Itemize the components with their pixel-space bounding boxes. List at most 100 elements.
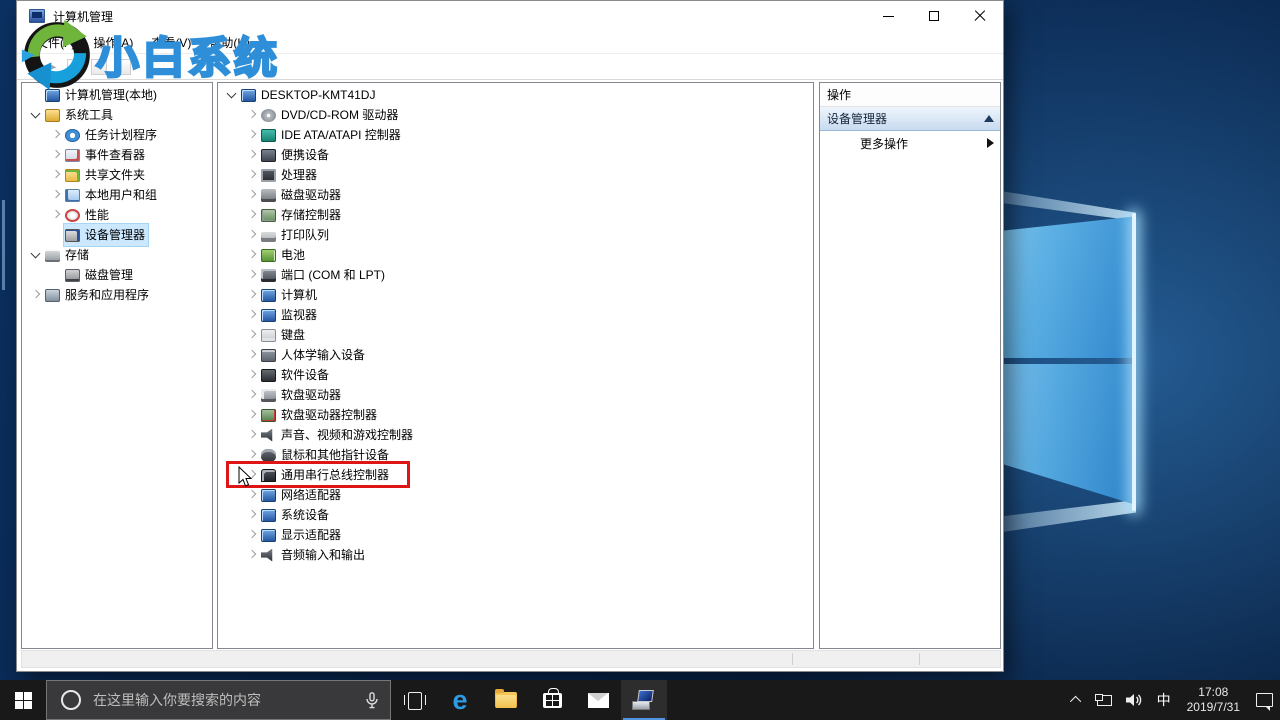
- taskbar-computer-management-button[interactable]: [621, 680, 667, 720]
- tree-item-disk-management[interactable]: 磁盘管理: [22, 265, 212, 285]
- chevron-expanded-icon[interactable]: [226, 89, 238, 101]
- chevron-collapsed-icon[interactable]: [246, 109, 258, 121]
- tree-item-mice-pointing-devices[interactable]: 鼠标和其他指针设备: [218, 445, 813, 465]
- actions-section-header[interactable]: 设备管理器: [820, 107, 1000, 131]
- toolbar-console-icon[interactable]: [66, 58, 83, 75]
- more-actions-item[interactable]: 更多操作: [820, 131, 1000, 155]
- tree-item-dvd-cdrom-drives[interactable]: DVD/CD-ROM 驱动器: [218, 105, 813, 125]
- tree-item-floppy-drive-controllers[interactable]: 软盘驱动器控制器: [218, 405, 813, 425]
- menu-file[interactable]: 文件(F): [27, 32, 84, 53]
- chevron-collapsed-icon[interactable]: [246, 389, 258, 401]
- chevron-collapsed-icon[interactable]: [246, 449, 258, 461]
- back-arrow-icon[interactable]: ◄: [25, 59, 38, 74]
- tree-item-batteries[interactable]: 电池: [218, 245, 813, 265]
- chevron-collapsed-icon[interactable]: [50, 129, 62, 141]
- tree-item-services-applications[interactable]: 服务和应用程序: [22, 285, 212, 305]
- chevron-collapsed-icon[interactable]: [246, 329, 258, 341]
- chevron-collapsed-icon[interactable]: [246, 129, 258, 141]
- tree-item-task-scheduler[interactable]: 任务计划程序: [22, 125, 212, 145]
- start-button[interactable]: [0, 680, 46, 720]
- device-list-pane[interactable]: DESKTOP-KMT41DJ DVD/CD-ROM 驱动器 IDE ATA/ATA…: [217, 82, 814, 649]
- tree-item-print-queues[interactable]: 打印队列: [218, 225, 813, 245]
- tree-item-shared-folders[interactable]: 共享文件夹: [22, 165, 212, 185]
- chevron-collapsed-icon[interactable]: [246, 149, 258, 161]
- tree-item-network-adapters[interactable]: 网络适配器: [218, 485, 813, 505]
- chevron-expanded-icon[interactable]: [30, 249, 42, 261]
- chevron-collapsed-icon[interactable]: [246, 429, 258, 441]
- chevron-expanded-icon[interactable]: [30, 109, 42, 121]
- taskbar-edge-button[interactable]: e: [437, 680, 483, 720]
- forward-arrow-icon[interactable]: ►: [46, 59, 59, 74]
- tree-item-usb-controllers[interactable]: 通用串行总线控制器: [218, 461, 813, 488]
- volume-button[interactable]: [1119, 680, 1150, 720]
- taskbar-file-explorer-button[interactable]: [483, 680, 529, 720]
- chevron-collapsed-icon[interactable]: [246, 169, 258, 181]
- tree-item-computer-management-local[interactable]: 计算机管理(本地): [22, 85, 212, 105]
- chevron-collapsed-icon[interactable]: [246, 189, 258, 201]
- chevron-collapsed-icon[interactable]: [50, 169, 62, 181]
- chevron-collapsed-icon[interactable]: [246, 469, 258, 481]
- chevron-collapsed-icon[interactable]: [246, 269, 258, 281]
- tree-item-floppy-drives[interactable]: 软盘驱动器: [218, 385, 813, 405]
- tree-item-ports-com-lpt[interactable]: 端口 (COM 和 LPT): [218, 265, 813, 285]
- tree-item-disk-drives[interactable]: 磁盘驱动器: [218, 185, 813, 205]
- chevron-collapsed-icon[interactable]: [246, 229, 258, 241]
- tree-item-software-devices[interactable]: 软件设备: [218, 365, 813, 385]
- microphone-icon[interactable]: [366, 691, 378, 709]
- chevron-collapsed-icon[interactable]: [246, 349, 258, 361]
- menu-action[interactable]: 操作(A): [84, 32, 142, 53]
- task-view-button[interactable]: [391, 680, 437, 720]
- close-button[interactable]: [957, 1, 1003, 31]
- menu-help[interactable]: 帮助(H): [200, 32, 259, 53]
- chevron-collapsed-icon[interactable]: [246, 289, 258, 301]
- chevron-collapsed-icon[interactable]: [50, 189, 62, 201]
- tree-item-processors[interactable]: 处理器: [218, 165, 813, 185]
- taskbar-clock[interactable]: 17:08 2019/7/31: [1178, 680, 1249, 720]
- toolbar-properties-icon[interactable]: [90, 58, 107, 75]
- console-tree-pane[interactable]: 计算机管理(本地) 系统工具 任务计划程序 事件查看器 共享文件夹 本地用户和组 性能 设备管…: [21, 82, 213, 649]
- tree-item-storage[interactable]: 存储: [22, 245, 212, 265]
- tree-item-portable-devices[interactable]: 便携设备: [218, 145, 813, 165]
- action-center-button[interactable]: [1249, 680, 1280, 720]
- tree-item-performance[interactable]: 性能: [22, 205, 212, 225]
- chevron-collapsed-icon[interactable]: [246, 509, 258, 521]
- chevron-collapsed-icon[interactable]: [246, 489, 258, 501]
- tree-item-system-tools[interactable]: 系统工具: [22, 105, 212, 125]
- tree-item-keyboards[interactable]: 键盘: [218, 325, 813, 345]
- chevron-collapsed-icon[interactable]: [246, 529, 258, 541]
- chevron-collapsed-icon[interactable]: [246, 249, 258, 261]
- taskbar-mail-button[interactable]: [575, 680, 621, 720]
- tree-item-computer[interactable]: 计算机: [218, 285, 813, 305]
- collapse-arrow-icon[interactable]: [984, 115, 994, 122]
- tree-item-storage-controllers[interactable]: 存储控制器: [218, 205, 813, 225]
- taskbar-store-button[interactable]: [529, 680, 575, 720]
- tree-item-human-interface-devices[interactable]: 人体学输入设备: [218, 345, 813, 365]
- chevron-collapsed-icon[interactable]: [50, 209, 62, 221]
- tree-item-monitors[interactable]: 监视器: [218, 305, 813, 325]
- tree-item-sound-video-game-controllers[interactable]: 声音、视频和游戏控制器: [218, 425, 813, 445]
- chevron-collapsed-icon[interactable]: [246, 309, 258, 321]
- minimize-button[interactable]: [865, 1, 911, 31]
- tree-item-ide-ata-atapi-controllers[interactable]: IDE ATA/ATAPI 控制器: [218, 125, 813, 145]
- chevron-collapsed-icon[interactable]: [30, 289, 42, 301]
- tree-item-event-viewer[interactable]: 事件查看器: [22, 145, 212, 165]
- toolbar-help-icon[interactable]: [114, 58, 131, 75]
- chevron-collapsed-icon[interactable]: [246, 549, 258, 561]
- tree-item-device-manager[interactable]: 设备管理器: [22, 223, 212, 247]
- chevron-collapsed-icon[interactable]: [50, 149, 62, 161]
- tree-item-audio-inputs-outputs[interactable]: 音频输入和输出: [218, 545, 813, 565]
- tree-item-display-adapters[interactable]: 显示适配器: [218, 525, 813, 545]
- chevron-collapsed-icon[interactable]: [246, 409, 258, 421]
- tree-item-desktop-root[interactable]: DESKTOP-KMT41DJ: [218, 85, 813, 105]
- chevron-collapsed-icon[interactable]: [246, 369, 258, 381]
- maximize-button[interactable]: [911, 1, 957, 31]
- tree-item-local-users-groups[interactable]: 本地用户和组: [22, 185, 212, 205]
- title-bar[interactable]: 计算机管理: [17, 1, 1003, 31]
- taskbar-search-box[interactable]: 在这里输入你要搜索的内容: [46, 680, 391, 720]
- tray-overflow-button[interactable]: [1066, 680, 1088, 720]
- chevron-collapsed-icon[interactable]: [246, 209, 258, 221]
- tree-item-system-devices[interactable]: 系统设备: [218, 505, 813, 525]
- network-status-button[interactable]: [1088, 680, 1119, 720]
- ime-indicator[interactable]: 中: [1150, 680, 1178, 720]
- menu-view[interactable]: 查看(V): [142, 32, 200, 53]
